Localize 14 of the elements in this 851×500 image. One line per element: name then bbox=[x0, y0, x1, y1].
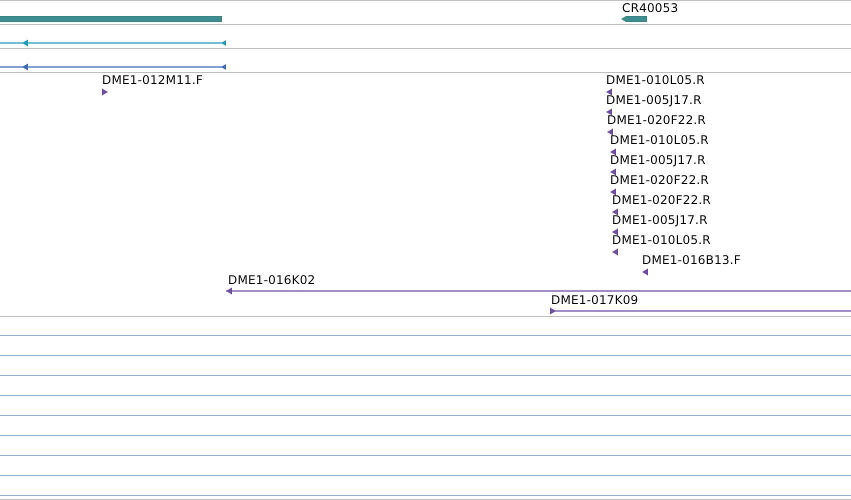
feature-label: DME1-010L05.R bbox=[612, 232, 711, 248]
feature-label: DME1-005J17.R bbox=[612, 212, 708, 228]
feature-label: CR40053 bbox=[622, 0, 678, 16]
feature-label: DME1-020F22.R bbox=[612, 192, 711, 208]
feature-label: DME1-020F22.R bbox=[610, 172, 709, 188]
feature-label: DME1-020F22.R bbox=[607, 112, 706, 128]
feature-label: DME1-017K09 bbox=[551, 292, 638, 308]
feature-label: DME1-010L05.R bbox=[606, 72, 705, 88]
feature-label: DME1-005J17.R bbox=[610, 152, 706, 168]
feature-label: DME1-016K02 bbox=[228, 272, 316, 288]
feature-label: DME1-010L05.R bbox=[610, 132, 709, 148]
feature-label: DME1-012M11.F bbox=[102, 72, 203, 88]
feature-label: DME1-016B13.F bbox=[642, 252, 741, 268]
feature-label: DME1-005J17.R bbox=[606, 92, 702, 108]
